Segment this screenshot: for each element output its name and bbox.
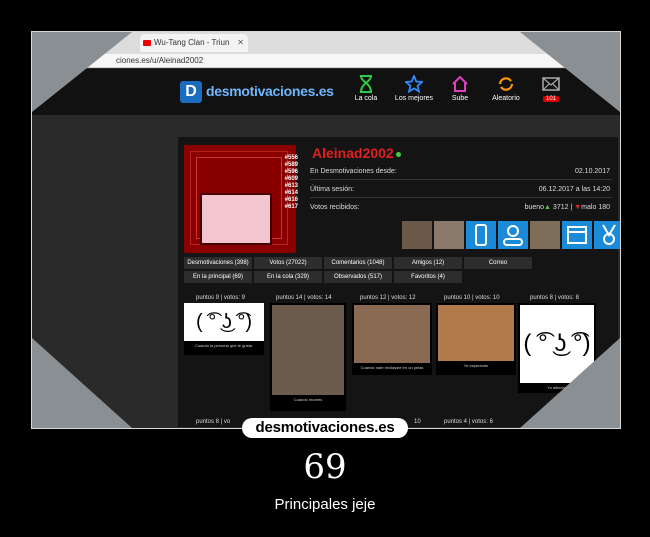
last-session-label: Última sesión: <box>310 186 354 193</box>
arrow-up-icon: ▲ <box>544 204 551 211</box>
post-points: puntos 14 | votos: 14 <box>276 295 332 301</box>
post-thumbnail[interactable]: Cuando mueres <box>270 303 346 411</box>
post-thumbnail[interactable]: Yo esperando <box>436 303 516 375</box>
tab-amigos[interactable]: Amigos (12) <box>394 257 462 269</box>
post-points: puntos 12 | votos: 12 <box>360 295 416 301</box>
friend-avatar[interactable] <box>434 221 464 249</box>
post-caption: Principales jeje <box>274 496 376 513</box>
tab-title: Wu-Tang Clan - Triun <box>154 38 230 47</box>
tab-en-la-principal[interactable]: En la principal (69) <box>184 271 252 283</box>
vote-count: 69 <box>303 447 347 487</box>
youtube-icon <box>143 40 151 46</box>
shuffle-icon <box>498 77 514 91</box>
online-status-icon <box>395 151 401 157</box>
votes-label: Votos recibidos: <box>310 204 360 211</box>
friend-avatar[interactable] <box>402 221 432 249</box>
nav-label: Los mejores <box>394 95 434 102</box>
lenny-face: ( ͡° ͜ʖ ͡°) <box>520 305 594 383</box>
site-navbar: D desmotivaciones.es La cola Los mejores… <box>32 69 620 115</box>
browser-tab[interactable]: Wu-Tang Clan - Triun ✕ <box>140 34 248 52</box>
address-bar[interactable]: ciones.es/u/Aleinad2002 <box>32 54 620 68</box>
logo-text: desmotivaciones.es <box>206 83 334 99</box>
last-session-value: 06.12.2017 a las 14:20 <box>538 186 610 193</box>
rank-list: #556 #589 #596 #609 #613 #614 #616 #617 <box>284 155 298 210</box>
last-session-row: Última sesión: 06.12.2017 a las 14:20 <box>310 183 612 198</box>
hourglass-icon <box>360 75 372 93</box>
tab-en-la-cola[interactable]: En la cola (329) <box>254 271 322 283</box>
nav-label: La cola <box>354 95 378 102</box>
tab-correo[interactable]: Correo <box>464 257 532 269</box>
lenny-face: ( ͡° ͜ʖ ͡°) <box>184 303 264 341</box>
tab-desmotivaciones[interactable]: Desmotivaciones (398) <box>184 257 252 269</box>
post-points: puntos 8 | votos: 8 <box>530 295 579 301</box>
nav-mail[interactable]: 101 <box>526 75 576 102</box>
post-points: puntos 8 | vo <box>196 419 231 425</box>
calendar-icon[interactable] <box>562 221 592 249</box>
users-icon[interactable] <box>498 221 528 249</box>
avatar-image <box>200 193 272 245</box>
logo-icon: D <box>180 81 202 103</box>
site-banner: desmotivaciones.es <box>232 418 418 438</box>
tab-observados[interactable]: Observados (517) <box>324 271 392 283</box>
post-points: puntos 4 | votos: 6 <box>444 419 493 425</box>
banner-text: desmotivaciones.es <box>255 419 395 436</box>
corner-photo <box>32 338 132 428</box>
mail-icon <box>542 77 560 91</box>
member-since-value: 02.10.2017 <box>574 168 610 175</box>
mail-count-badge: 101 <box>542 96 559 102</box>
tab-favoritos[interactable]: Favoritos (4) <box>394 271 462 283</box>
post-thumbnail[interactable]: Cuando nate recilayste en un pelas <box>352 303 432 375</box>
friend-avatar[interactable] <box>530 221 560 249</box>
profile-panel: #556 #589 #596 #609 #613 #614 #616 #617 Aleinad… <box>178 137 620 427</box>
tab-votos[interactable]: Votos (27022) <box>254 257 322 269</box>
post-points: puntos 10 | votos: 10 <box>444 295 500 301</box>
nav-label: Sube <box>451 95 469 102</box>
post-thumbnail[interactable]: ( ͡° ͜ʖ ͡°) Cuando la persona que te gus… <box>184 303 264 355</box>
member-since-label: En Desmotivaciones desde: <box>310 168 397 175</box>
nav-los-mejores[interactable]: Los mejores <box>389 75 439 102</box>
tab-comentarios[interactable]: Comentarios (1048) <box>324 257 392 269</box>
member-since-row: En Desmotivaciones desde: 02.10.2017 <box>310 165 612 180</box>
votes-row: Votos recibidos: bueno▲ 3712 | ▼malo 180 <box>310 201 612 215</box>
close-icon[interactable]: ✕ <box>237 34 244 52</box>
phone-icon[interactable] <box>466 221 496 249</box>
avatar[interactable]: #556 #589 #596 #609 #613 #614 #616 #617 <box>184 145 298 253</box>
site-logo[interactable]: D desmotivaciones.es <box>180 81 342 103</box>
star-icon <box>405 75 423 93</box>
profile-username: Aleinad2002 <box>312 145 401 161</box>
medal-icon[interactable] <box>594 221 620 249</box>
nav-sube[interactable]: Sube <box>435 75 485 102</box>
nav-label: Aleatorio <box>492 95 520 102</box>
nav-aleatorio[interactable]: Aleatorio <box>481 75 531 102</box>
post-points: puntos 9 | votos: 9 <box>196 295 245 301</box>
house-icon <box>452 75 468 92</box>
votes-value: bueno▲ 3712 | ▼malo 180 <box>524 204 610 211</box>
nav-la-cola[interactable]: La cola <box>341 75 391 102</box>
screenshot-frame: Wu-Tang Clan - Triun ✕ ciones.es/u/Alein… <box>31 31 621 429</box>
